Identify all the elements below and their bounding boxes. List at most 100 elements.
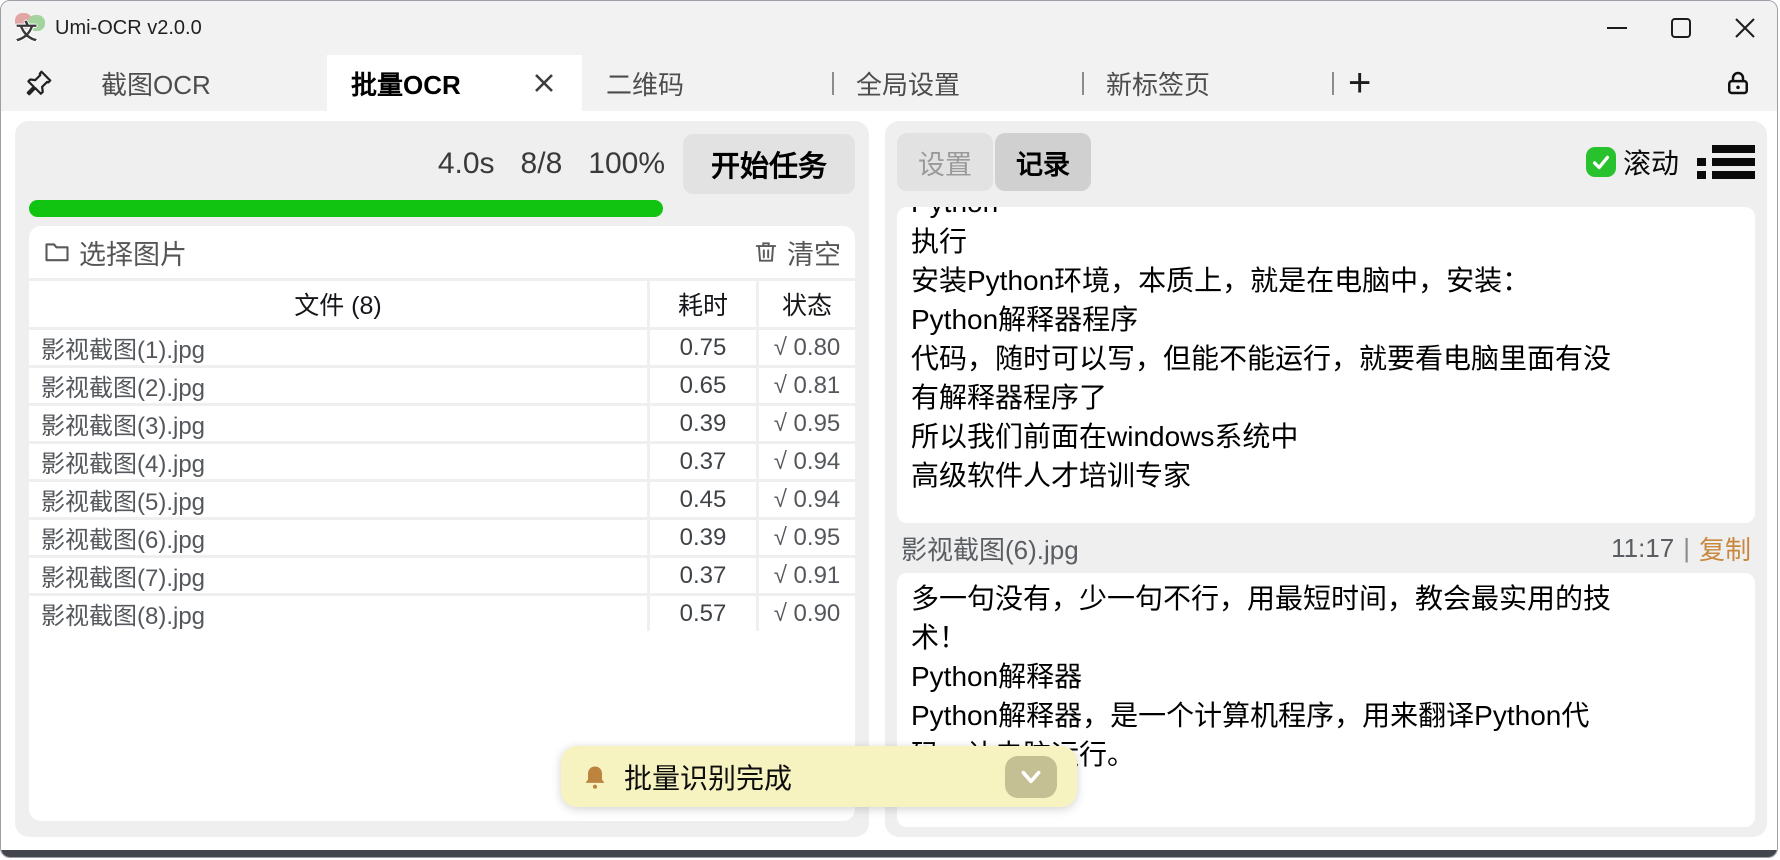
tab-label: 全局设置 — [856, 65, 960, 102]
text-line: 高级软件人才培训专家 — [911, 456, 1741, 495]
tab-label: 二维码 — [606, 65, 684, 102]
trash-icon — [753, 239, 779, 265]
table-row[interactable]: 影视截图(5).jpg0.45√ 0.94 — [29, 482, 855, 517]
cell-file: 影视截图(2).jpg — [29, 368, 647, 403]
bell-icon — [581, 763, 609, 791]
tab-settings[interactable]: 设置 — [897, 133, 993, 191]
auto-scroll-toggle[interactable]: 滚动 — [1586, 142, 1679, 182]
ocr-result-text-previous[interactable]: Python执行安装Python环境，本质上，就是在电脑中，安装：Python解… — [897, 207, 1755, 523]
tab-close-button[interactable] — [532, 71, 556, 95]
cell-status: √ 0.81 — [759, 368, 855, 403]
close-tab-icon — [532, 71, 556, 95]
cell-file: 影视截图(7).jpg — [29, 558, 647, 593]
notification-message: 批量识别完成 — [624, 757, 792, 797]
record-filename: 影视截图(6).jpg — [901, 530, 1079, 567]
file-table-body: 影视截图(1).jpg0.75√ 0.80影视截图(2).jpg0.65√ 0.… — [29, 327, 855, 631]
cell-file: 影视截图(6).jpg — [29, 520, 647, 555]
table-row[interactable]: 影视截图(4).jpg0.37√ 0.94 — [29, 444, 855, 479]
text-line: Python — [911, 207, 1741, 222]
cell-time: 0.65 — [650, 368, 756, 403]
cell-time: 0.37 — [650, 444, 756, 479]
close-button[interactable] — [1713, 1, 1777, 55]
table-row[interactable]: 影视截图(8).jpg0.57√ 0.90 — [29, 596, 855, 631]
tab-label: 新标签页 — [1106, 65, 1210, 102]
minimize-button[interactable] — [1585, 1, 1649, 55]
start-task-button[interactable]: 开始任务 — [683, 134, 855, 194]
text-line: 术！ — [911, 618, 1741, 657]
status-column-header: 状态 — [759, 281, 855, 327]
pin-button[interactable] — [1, 55, 77, 111]
close-icon — [1733, 16, 1757, 40]
app-window: 文 Umi-OCR v2.0.0 截图OCR 批量OCR — [0, 0, 1778, 858]
text-line: 有解释器程序了 — [911, 378, 1741, 417]
cell-status: √ 0.91 — [759, 558, 855, 593]
tab-batch-ocr[interactable]: 批量OCR — [327, 55, 582, 111]
lock-icon — [1723, 68, 1753, 98]
text-line: 代码，随时可以写，但能不能运行，就要看电脑里面有没 — [911, 339, 1741, 378]
select-images-label: 选择图片 — [79, 233, 187, 272]
tab-global-settings[interactable]: 全局设置 — [832, 55, 1082, 111]
select-images-button[interactable]: 选择图片 — [43, 233, 187, 272]
cell-status: √ 0.95 — [759, 520, 855, 555]
notification-collapse-button[interactable] — [1005, 756, 1057, 798]
folder-icon — [43, 238, 71, 266]
table-row[interactable]: 影视截图(3).jpg0.39√ 0.95 — [29, 406, 855, 441]
record-menu-button[interactable] — [1697, 138, 1755, 186]
cell-file: 影视截图(3).jpg — [29, 406, 647, 441]
task-stats: 4.0s 8/8 100% — [438, 147, 665, 181]
cell-status: √ 0.80 — [759, 330, 855, 365]
list-icon — [1697, 145, 1755, 153]
cell-time: 0.39 — [650, 406, 756, 441]
minimize-icon — [1605, 16, 1629, 40]
scroll-label: 滚动 — [1623, 142, 1679, 182]
cell-status: √ 0.95 — [759, 406, 855, 441]
text-line: 多一句没有，少一句不行，用最短时间，教会最实用的技 — [911, 579, 1741, 618]
file-list-card: 选择图片 清空 文件 (8) 耗时 状态 影视截图(1).jpg0.75√ 0.… — [29, 226, 855, 821]
copy-button[interactable]: 复制 — [1699, 530, 1751, 567]
cell-file: 影视截图(1).jpg — [29, 330, 647, 365]
lock-button[interactable] — [1699, 55, 1777, 111]
tab-screenshot-ocr[interactable]: 截图OCR — [77, 55, 327, 111]
progress-bar — [29, 200, 663, 217]
maximize-button[interactable] — [1649, 1, 1713, 55]
table-row[interactable]: 影视截图(1).jpg0.75√ 0.80 — [29, 330, 855, 365]
clear-label: 清空 — [787, 233, 841, 272]
checkbox-checked-icon — [1586, 147, 1616, 177]
titlebar: 文 Umi-OCR v2.0.0 — [1, 1, 1777, 55]
file-count: 8/8 — [521, 147, 563, 181]
new-tab-button[interactable]: + — [1332, 55, 1422, 111]
table-row[interactable]: 影视截图(6).jpg0.39√ 0.95 — [29, 520, 855, 555]
cell-status: √ 0.90 — [759, 596, 855, 631]
text-line: Python解释器，是一个计算机程序，用来翻译Python代 — [911, 696, 1741, 735]
file-column-header: 文件 (8) — [29, 281, 647, 327]
tab-label: 批量OCR — [351, 65, 461, 102]
tab-new-page[interactable]: 新标签页 — [1082, 55, 1332, 111]
tab-qrcode[interactable]: 二维码 — [582, 55, 832, 111]
chevron-down-icon — [1018, 764, 1044, 790]
file-table: 文件 (8) 耗时 状态 — [29, 278, 855, 327]
time-column-header: 耗时 — [650, 281, 756, 327]
window-title: Umi-OCR v2.0.0 — [55, 17, 202, 40]
table-row[interactable]: 影视截图(7).jpg0.37√ 0.91 — [29, 558, 855, 593]
cell-status: √ 0.94 — [759, 444, 855, 479]
cell-time: 0.37 — [650, 558, 756, 593]
cell-time: 0.45 — [650, 482, 756, 517]
cell-time: 0.39 — [650, 520, 756, 555]
cell-file: 影视截图(5).jpg — [29, 482, 647, 517]
pin-icon — [24, 68, 54, 98]
cell-time: 0.57 — [650, 596, 756, 631]
clear-button[interactable]: 清空 — [753, 233, 841, 272]
table-header-row: 文件 (8) 耗时 状态 — [29, 281, 855, 327]
maximize-icon — [1669, 16, 1693, 40]
batch-task-panel: 4.0s 8/8 100% 开始任务 选择图片 清空 — [15, 121, 869, 837]
meta-separator: | — [1683, 533, 1690, 564]
plus-icon: + — [1348, 61, 1371, 106]
text-line: Python解释器 — [911, 657, 1741, 696]
cell-status: √ 0.94 — [759, 482, 855, 517]
table-row[interactable]: 影视截图(2).jpg0.65√ 0.81 — [29, 368, 855, 403]
tab-records[interactable]: 记录 — [995, 133, 1091, 191]
tabbar: 截图OCR 批量OCR 二维码 全局设置 新标签页 + — [1, 55, 1777, 111]
progress-fill — [29, 200, 663, 217]
cell-file: 影视截图(8).jpg — [29, 596, 647, 631]
text-line: 所以我们前面在windows系统中 — [911, 417, 1741, 456]
